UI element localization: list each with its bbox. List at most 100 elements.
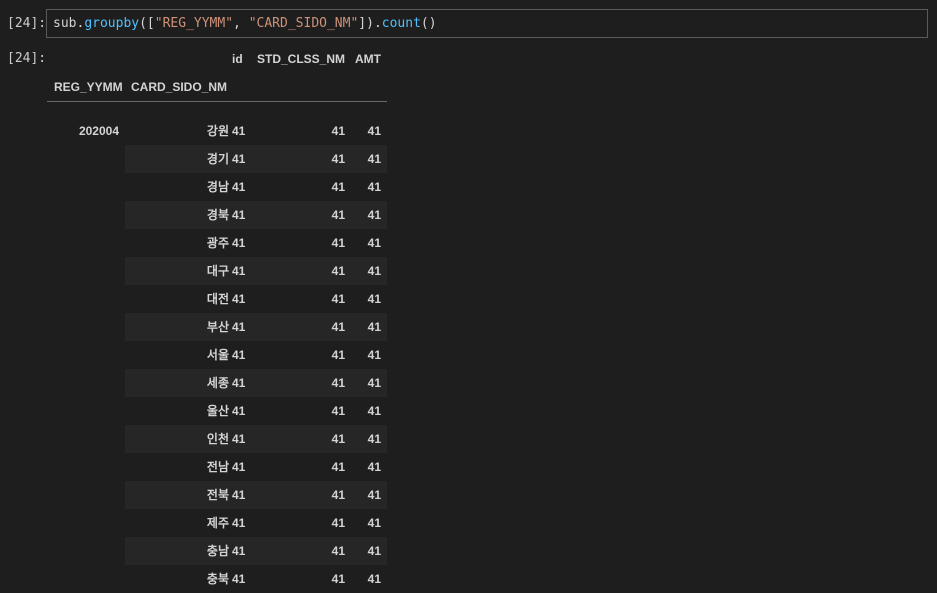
cell-amt: 41 [367,124,381,138]
cell-amt: 41 [367,544,381,558]
cell-std-clss-nm: 41 [331,348,345,362]
table-row: 전남 41 41 41 [47,453,387,481]
code-function-2: count [381,16,421,31]
cell-id: 41 [232,124,246,138]
cell-amt: 41 [367,320,381,334]
table-row: 경기 41 41 41 [47,145,387,173]
cell-std-clss-nm: 41 [331,292,345,306]
cell-std-clss-nm: 41 [331,124,345,138]
cell-card-sido-nm: 경북 [206,208,229,222]
cell-id: 41 [232,180,246,194]
cell-card-sido-nm: 강원 [206,124,229,138]
cell-card-sido-nm: 서울 [206,348,229,362]
cell-std-clss-nm: 41 [331,460,345,474]
cell-card-sido-nm: 세종 [206,376,229,390]
cell-std-clss-nm: 41 [331,152,345,166]
table-row: 대구 41 41 41 [47,257,387,285]
code-function: groupby [84,16,140,31]
cell-id: 41 [232,264,246,278]
cell-amt: 41 [367,264,381,278]
cell-std-clss-nm: 41 [331,320,345,334]
cell-card-sido-nm: 경기 [206,152,229,166]
cell-amt: 41 [367,516,381,530]
cell-id: 41 [232,404,246,418]
cell-amt: 41 [367,460,381,474]
cell-amt: 41 [367,180,381,194]
column-header-id: id [232,52,243,66]
code-line[interactable]: sub. groupby(["REG_YYMM", "CARD_SIDO_NM"]… [53,16,437,31]
cell-amt: 41 [367,208,381,222]
table-row: 대전 41 41 41 [47,285,387,313]
column-header-std-clss-nm: STD_CLSS_NM [256,52,345,66]
cell-id: 41 [232,152,246,166]
cell-card-sido-nm: 부산 [206,320,229,334]
cell-id: 41 [232,544,246,558]
cell-id: 41 [232,208,246,222]
cell-amt: 41 [367,488,381,502]
table-row: 제주 41 41 41 [47,509,387,537]
cell-std-clss-nm: 41 [331,264,345,278]
table-row: 세종 41 41 41 [47,369,387,397]
code-string-1: "REG_YYMM" [154,16,234,31]
cell-amt: 41 [367,292,381,306]
cell-amt: 41 [367,236,381,250]
code-comma: , [233,16,249,31]
cell-id: 41 [232,488,246,502]
cell-std-clss-nm: 41 [331,516,345,530]
code-open: ([ [139,16,155,31]
cell-id: 41 [232,516,246,530]
cell-std-clss-nm: 41 [331,404,345,418]
cell-std-clss-nm: 41 [331,208,345,222]
table-row: 충북 41 41 41 [47,565,387,593]
index-name-card-sido-nm: CARD_SIDO_NM [131,80,228,94]
cell-std-clss-nm: 41 [331,236,345,250]
cell-id: 41 [232,572,246,586]
table-row: 경북 41 41 41 [47,201,387,229]
table-row: 전북 41 41 41 [47,481,387,509]
column-header-row: id STD_CLSS_NM AMT [47,45,387,73]
cell-id: 41 [232,460,246,474]
cell-std-clss-nm: 41 [331,432,345,446]
index-name-reg-yymm: REG_YYMM [54,80,123,94]
table-row: 경남 41 41 41 [47,173,387,201]
cell-id: 41 [232,292,246,306]
cell-std-clss-nm: 41 [331,572,345,586]
column-header-amt: AMT [355,52,381,66]
cell-amt: 41 [367,432,381,446]
code-close: ]) [358,16,374,31]
code-var: sub [53,16,77,31]
cell-amt: 41 [367,376,381,390]
cell-card-sido-nm: 대전 [206,292,229,306]
cell-id: 41 [232,348,246,362]
table-row: 충남 41 41 41 [47,537,387,565]
cell-std-clss-nm: 41 [331,544,345,558]
table-row: 부산 41 41 41 [47,313,387,341]
table-row: 광주 41 41 41 [47,229,387,257]
cell-std-clss-nm: 41 [331,488,345,502]
code-cell[interactable]: sub. groupby(["REG_YYMM", "CARD_SIDO_NM"]… [46,9,928,38]
cell-std-clss-nm: 41 [331,180,345,194]
table-row: 강원 41 41 41 [47,117,387,145]
cell-card-sido-nm: 울산 [206,404,229,418]
cell-std-clss-nm: 41 [331,376,345,390]
cell-amt: 41 [367,572,381,586]
code-string-2: "CARD_SIDO_NM" [248,16,359,31]
table-row: 인천 41 41 41 [47,425,387,453]
cell-id: 41 [232,376,246,390]
cell-card-sido-nm: 제주 [206,516,229,530]
code-dot-2: . [373,16,382,31]
cell-card-sido-nm: 충북 [206,572,229,586]
cell-card-sido-nm: 전남 [206,460,229,474]
cell-amt: 41 [367,404,381,418]
cell-card-sido-nm: 경남 [206,180,229,194]
cell-id: 41 [232,432,246,446]
output-prompt: [24]: [7,51,47,66]
cell-id: 41 [232,320,246,334]
input-prompt: [24]: [7,16,47,31]
cell-amt: 41 [367,152,381,166]
table-row: 서울 41 41 41 [47,341,387,369]
index-header-row: REG_YYMM CARD_SIDO_NM [47,73,387,102]
code-parens: () [420,16,437,31]
table-row: 울산 41 41 41 [47,397,387,425]
cell-card-sido-nm: 전북 [206,488,229,502]
